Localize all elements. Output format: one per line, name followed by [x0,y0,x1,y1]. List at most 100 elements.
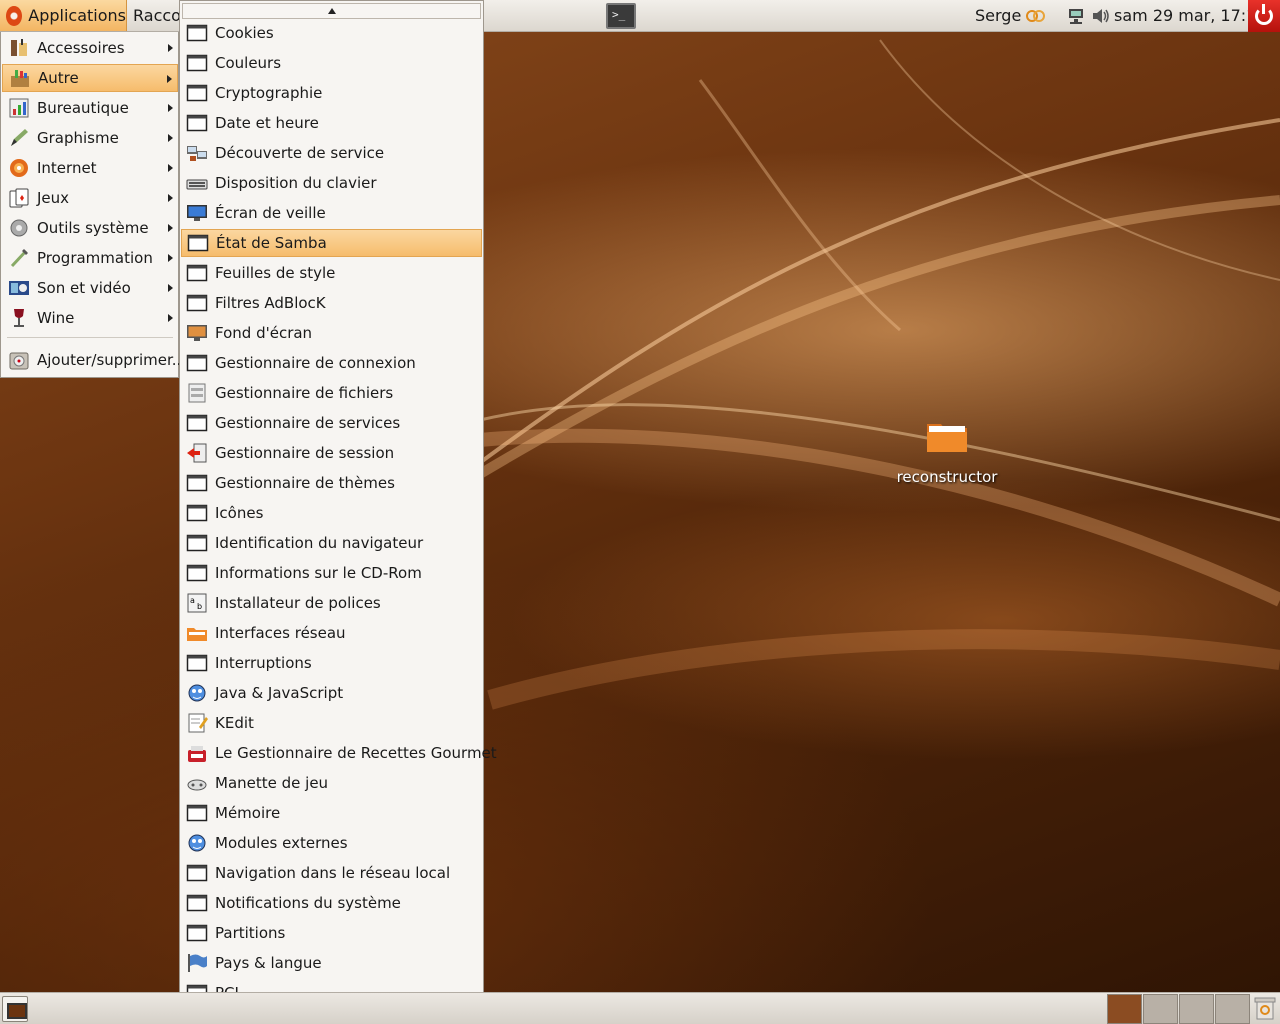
text-editor-icon [188,713,208,733]
submenu-item[interactable]: Fond d'écran [181,319,482,347]
submenu-item-label: Écran de veille [215,204,326,222]
ubuntu-logo-icon [6,5,23,26]
plugin-icon [188,684,206,702]
workspace-4[interactable] [1215,994,1250,1024]
submenu-item-label: Identification du navigateur [215,534,424,552]
submenu-item[interactable]: Navigation dans le réseau local [181,859,482,887]
submenu-item[interactable]: Gestionnaire de services [181,409,482,437]
submenu-arrow-icon [167,75,172,83]
submenu-item-label: Cryptographie [215,84,323,102]
wallpaper-icon [187,325,207,341]
network-status-icon[interactable] [1066,7,1086,25]
submenu-item-label: Mémoire [215,804,281,822]
menu-item-internet[interactable]: Internet [2,154,178,182]
submenu-item-label: Icônes [215,504,264,522]
submenu-item[interactable]: Mémoire [181,799,482,827]
office-icon [9,98,29,118]
window-icon [186,894,208,912]
submenu-item[interactable]: État de Samba [181,229,482,257]
submenu-item-label: Fond d'écran [215,324,313,342]
desktop-folder-reconstructor[interactable]: reconstructor [896,418,998,486]
svg-text:a: a [190,596,195,605]
submenu-item[interactable]: Découverte de service [181,139,482,167]
submenu-item[interactable]: Gestionnaire de connexion [181,349,482,377]
menu-item-wine[interactable]: Wine [2,304,178,332]
window-icon [187,234,209,252]
network-folder-icon [187,628,207,641]
submenu-item[interactable]: Cryptographie [181,79,482,107]
submenu-item[interactable]: Pays & langue [181,949,482,977]
menu-item-bureautique[interactable]: Bureautique [2,94,178,122]
clock[interactable]: sam 29 mar, 17:15 [1114,6,1267,25]
window-icon [186,264,208,282]
submenu-arrow-icon [168,254,173,262]
user-switcher[interactable]: Serge [975,6,1021,25]
applications-menu-button[interactable]: Applications [0,0,127,31]
submenu-item[interactable]: Gestionnaire de thèmes [181,469,482,497]
window-icon [186,924,208,942]
window-icon [186,504,208,522]
submenu-item[interactable]: Interfaces réseau [181,619,482,647]
menu-item-label: Wine [37,309,75,327]
bottom-panel [0,992,1280,1024]
chevron-up-icon [328,8,336,14]
menu-item-programmation[interactable]: Programmation [2,244,178,272]
submenu-item[interactable]: Cookies [181,19,482,47]
workspace-3[interactable] [1179,994,1214,1024]
submenu-item[interactable]: KEdit [181,709,482,737]
submenu-item[interactable]: Gestionnaire de session [181,439,482,467]
menu-item-graphisme[interactable]: Graphisme [2,124,178,152]
submenu-item[interactable]: Modules externes [181,829,482,857]
power-button[interactable] [1248,0,1280,32]
menu-item-accessoires[interactable]: Accessoires [2,34,178,62]
window-icon [186,114,208,132]
places-menu-button[interactable]: Racco [133,6,181,25]
submenu-item[interactable]: Couleurs [181,49,482,77]
submenu-item[interactable]: Icônes [181,499,482,527]
menu-item-label: Ajouter/supprimer... [37,351,187,369]
menu-item-label: Programmation [37,249,153,267]
menu-item-label: Internet [37,159,97,177]
update-notifier-icon[interactable] [1026,7,1046,25]
menu-item-label: Accessoires [37,39,125,57]
submenu-item[interactable]: a b Installateur de polices [181,589,482,617]
menu-item-add-remove[interactable]: Ajouter/supprimer... [2,346,186,374]
volume-icon[interactable] [1091,7,1111,25]
filing-cabinet-icon [188,383,206,403]
submenu-item[interactable]: Identification du navigateur [181,529,482,557]
wine-icon [14,309,24,327]
submenu-item[interactable]: Écran de veille [181,199,482,227]
submenu-item[interactable]: Informations sur le CD-Rom [181,559,482,587]
submenu-arrow-icon [168,134,173,142]
submenu-item[interactable]: Filtres AdBlocK [181,289,482,317]
menu-separator [7,337,173,338]
menu-item-son-et-vid-o[interactable]: Son et vidéo [2,274,178,302]
submenu-item-label: Navigation dans le réseau local [215,864,451,882]
submenu-item[interactable]: Partitions [181,919,482,947]
menu-item-autre[interactable]: Autre [2,64,178,92]
submenu-item[interactable]: Interruptions [181,649,482,677]
submenu-item[interactable]: Notifications du système [181,889,482,917]
menu-item-jeux[interactable]: Jeux [2,184,178,212]
terminal-launcher-icon[interactable]: >_ [606,3,636,29]
window-icon [186,84,208,102]
submenu-item-label: État de Samba [216,234,327,252]
show-desktop-button[interactable] [2,996,28,1022]
submenu-item[interactable]: Disposition du clavier [181,169,482,197]
submenu-item[interactable]: Gestionnaire de fichiers [181,379,482,407]
submenu-item[interactable]: Feuilles de style [181,259,482,287]
scroll-up-button[interactable] [182,3,481,19]
applications-label: Applications [28,6,126,25]
submenu-item[interactable]: Le Gestionnaire de Recettes Gourmet [181,739,497,767]
menu-item-label: Graphisme [37,129,119,147]
menu-item-outils-syst-me[interactable]: Outils système [2,214,178,242]
workspace-2[interactable] [1143,994,1178,1024]
window-icon [186,54,208,72]
workspace-1[interactable] [1107,994,1142,1024]
submenu-item[interactable]: Java & JavaScript [181,679,482,707]
window-icon [186,354,208,372]
window-icon [186,864,208,882]
submenu-item[interactable]: Manette de jeu [181,769,482,797]
trash-icon[interactable] [1254,995,1276,1021]
submenu-item[interactable]: Date et heure [181,109,482,137]
